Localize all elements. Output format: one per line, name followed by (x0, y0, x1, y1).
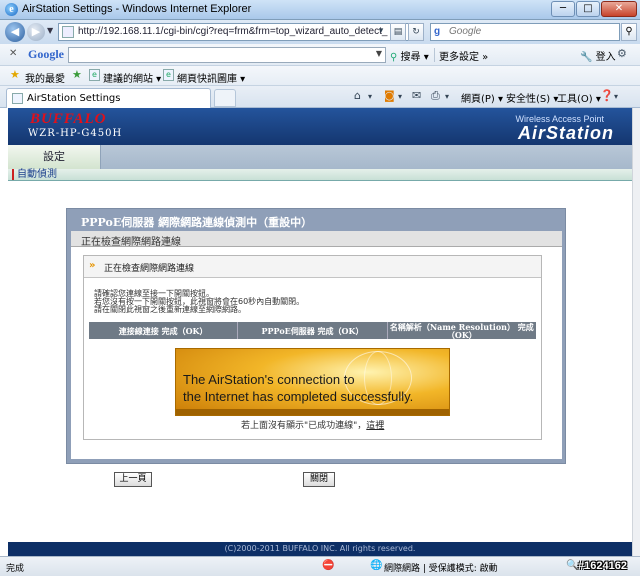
success-banner-stripe (176, 409, 449, 415)
tools-menu[interactable]: 工具(O) ▾ (557, 90, 601, 105)
page-icon (62, 26, 74, 38)
image-watermark: #1624162 (578, 560, 627, 572)
sub-nav: 自動偵測 (8, 169, 632, 181)
address-dropdown-icon[interactable]: ▾ (374, 23, 388, 41)
tab-label: AirStation Settings (27, 93, 121, 104)
toolbar-divider (434, 48, 435, 62)
ie-logo-icon: e (5, 3, 18, 16)
webslice-gallery-link[interactable]: 網頁快訊圖庫 ▾ (177, 70, 245, 85)
new-tab-button[interactable] (214, 89, 236, 107)
double-chevron-icon: » (89, 260, 96, 271)
fallback-notice: 若上面沒有顯示"已成功連線"，這裡 (241, 418, 384, 431)
instruction-line: 請在關閉此視窗之後重新連線至網際網路。 (94, 305, 246, 314)
window-title-bar[interactable]: e AirStation Settings - Windows Internet… (0, 0, 640, 20)
status-name-resolution: 名稱解析（Name Resolution） 完成（OK） (389, 322, 534, 340)
forward-arrow-icon[interactable]: ▶ (27, 23, 45, 41)
star-icon: ★ (10, 68, 20, 81)
success-text-line1: The AirStation's connection to (183, 372, 355, 387)
previous-page-button[interactable]: 上一頁 (114, 472, 152, 487)
tab-row: AirStation Settings ⌂ ▾ ◙ ▾ ✉ ⎙ ▾ 網頁(P) … (0, 86, 640, 108)
check-heading: 正在檢查網際網路連線 (104, 264, 195, 274)
favorites-button[interactable]: 我的最愛 (25, 70, 65, 85)
fallback-link[interactable]: 這裡 (366, 421, 384, 431)
tab-airstation-settings[interactable]: AirStation Settings (6, 88, 211, 108)
suggested-sites-link[interactable]: 建議的網站 ▾ (103, 70, 161, 85)
compat-view-icon[interactable]: ▤ (390, 23, 406, 41)
popup-blocked-icon[interactable]: ⛔ (322, 560, 334, 571)
tab-settings[interactable]: 設定 (8, 145, 101, 169)
back-arrow-icon[interactable]: ◀ (5, 22, 25, 42)
wizard-title: PPPoE伺服器 網際網路連線偵測中（重設中） (81, 216, 313, 229)
security-zone-text[interactable]: 網際網路 | 受保護模式: 啟動 (384, 561, 498, 574)
url-text[interactable]: http://192.168.11.1/cgi-bin/cgi?req=frm&… (78, 26, 387, 37)
address-bar[interactable]: http://192.168.11.1/cgi-bin/cgi?req=frm&… (58, 23, 410, 41)
search-icon: ⚲ (390, 52, 398, 63)
web-page: BUFFALO WZR-HP-G450H Wireless Access Poi… (8, 108, 632, 556)
main-nav: 設定 (8, 145, 632, 169)
maximize-button[interactable]: □ (576, 1, 600, 17)
search-icon[interactable]: ⚲ (621, 23, 637, 41)
wizard-body: » 正在檢查網際網路連線 請確認您連線至接一下開關按鈕。 若您沒有按一下開關按鈕… (71, 247, 562, 459)
close-toolbar-icon[interactable]: ✕ (9, 48, 17, 59)
history-dropdown-icon[interactable]: ▼ (47, 26, 53, 35)
status-bar: 完成 ⛔ 🌐 網際網路 | 受保護模式: 啟動 🔍 100% (0, 556, 640, 576)
mail-icon[interactable]: ✉ (412, 89, 421, 102)
wizard-subtitle: 正在檢查網際網路連線 (81, 237, 181, 248)
page-menu[interactable]: 網頁(P) ▾ (461, 90, 503, 105)
suggested-sites-icon: e (89, 69, 100, 81)
printer-icon[interactable]: ⎙ (431, 89, 440, 103)
wizard-panel: PPPoE伺服器 網際網路連線偵測中（重設中） 正在檢查網際網路連線 » 正在檢… (66, 208, 566, 464)
add-favorite-icon[interactable]: ★ (72, 68, 82, 81)
google-logo: Google (28, 47, 64, 61)
fallback-notice-text: 若上面沒有顯示"已成功連線"， (241, 421, 367, 431)
google-toolbar: ✕ Google ▼ ⚲ 搜尋 ▾ 更多設定 » 🔧 登入 ⚙ (0, 44, 640, 66)
help-icon[interactable]: ❓ (600, 89, 614, 102)
home-icon[interactable]: ⌂ (354, 89, 361, 102)
favorites-bar: ★ 我的最愛 ★ e 建議的網站 ▾ e 網頁快訊圖庫 ▾ (0, 66, 640, 86)
refresh-icon[interactable]: ↻ (408, 23, 424, 41)
google-search-button[interactable]: ⚲ 搜尋 ▾ (390, 48, 429, 63)
check-heading-bar: » 正在檢查網際網路連線 (84, 256, 541, 278)
close-window-button[interactable]: ✕ (601, 1, 637, 17)
google-search-input[interactable]: ▼ (68, 47, 386, 63)
zoom-icon[interactable]: 🔍 (566, 560, 578, 571)
chevron-down-icon[interactable]: ▼ (376, 49, 382, 58)
buffalo-logo: BUFFALO (30, 111, 107, 127)
address-row: ◀ ▶ ▼ http://192.168.11.1/cgi-bin/cgi?re… (0, 20, 640, 44)
close-button[interactable]: 關閉 (303, 472, 335, 487)
more-settings-button[interactable]: 更多設定 » (439, 48, 488, 63)
status-text: 完成 (6, 564, 25, 574)
chevron-down-icon[interactable]: ▾ (445, 92, 449, 101)
sub-nav-auto-detect[interactable]: 自動偵測 (12, 169, 57, 180)
minimize-button[interactable]: ─ (551, 1, 575, 17)
window-title: AirStation Settings - Windows Internet E… (22, 3, 252, 15)
success-banner: The AirStation's connection to the Inter… (175, 348, 450, 416)
wizard-subtitle-bar: 正在檢查網際網路連線 (71, 231, 562, 248)
status-cable: 連接線連接 完成（OK） (89, 322, 239, 339)
wrench-icon: 🔧 (580, 52, 593, 63)
settings-wrench-icon[interactable]: ⚙ (617, 47, 627, 60)
chevron-down-icon[interactable]: ▾ (398, 92, 402, 101)
check-box: » 正在檢查網際網路連線 請確認您連線至接一下開關按鈕。 若您沒有按一下開關按鈕… (83, 255, 542, 440)
login-button[interactable]: 🔧 登入 (580, 48, 616, 63)
chevron-down-icon[interactable]: ▾ (614, 92, 618, 101)
rss-icon[interactable]: ◙ (384, 89, 395, 102)
safety-menu[interactable]: 安全性(S) ▾ (506, 90, 558, 105)
webslice-icon: e (163, 69, 174, 81)
search-box[interactable]: g Google (430, 23, 620, 41)
chevron-down-icon[interactable]: ▾ (368, 92, 372, 101)
status-row: 連接線連接 完成（OK） PPPoE伺服器 完成（OK） 名稱解析（Name R… (89, 322, 536, 339)
page-icon (12, 93, 23, 104)
status-pppoe: PPPoE伺服器 完成（OK） (238, 322, 388, 339)
airstation-logo: AirStation (517, 123, 614, 143)
success-text-line2: the Internet has completed successfully. (183, 389, 414, 404)
vertical-scrollbar[interactable] (632, 108, 640, 556)
google-search-icon: g (434, 26, 441, 37)
search-placeholder: Google (449, 26, 482, 37)
internet-zone-icon: 🌐 (370, 560, 383, 571)
model-name: WZR-HP-G450H (28, 128, 123, 139)
copyright-footer: (C)2000-2011 BUFFALO INC. All rights res… (8, 542, 632, 556)
header-banner: BUFFALO WZR-HP-G450H Wireless Access Poi… (8, 108, 632, 145)
